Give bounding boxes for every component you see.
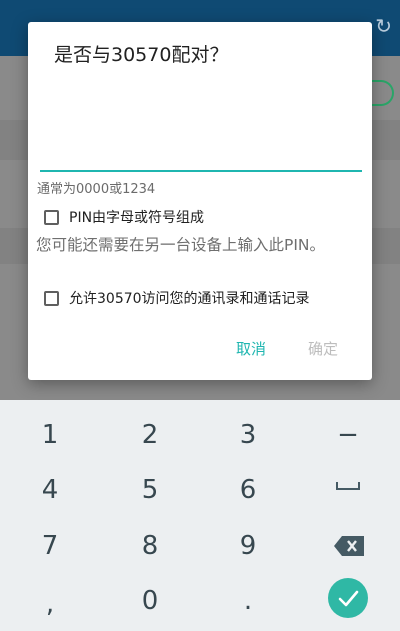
key-2[interactable]: 2 bbox=[100, 420, 200, 450]
pin-hint: 通常为0000或1234 bbox=[37, 182, 156, 197]
numeric-keyboard: 1 2 3 − 4 5 6 7 8 9 , 0 . bbox=[0, 400, 400, 631]
key-4[interactable]: 4 bbox=[0, 475, 100, 505]
contacts-access-label: 允许30570访问您的通讯录和通话记录 bbox=[69, 291, 310, 307]
key-comma[interactable]: , bbox=[0, 589, 100, 619]
backspace-icon[interactable] bbox=[334, 536, 364, 560]
alphanumeric-pin-checkbox[interactable] bbox=[44, 209, 59, 225]
key-1[interactable]: 1 bbox=[0, 420, 100, 450]
key-9[interactable]: 9 bbox=[198, 531, 298, 561]
dialog-title: 是否与30570配对？ bbox=[54, 44, 229, 66]
key-3[interactable]: 3 bbox=[198, 420, 298, 450]
refresh-icon: ↻ bbox=[375, 14, 392, 38]
contacts-access-checkbox[interactable] bbox=[44, 290, 59, 306]
key-8[interactable]: 8 bbox=[100, 531, 200, 561]
key-minus[interactable]: − bbox=[298, 420, 398, 450]
key-period[interactable]: . bbox=[198, 586, 298, 616]
pin-note: 您可能还需要在另一台设备上输入此PIN。 bbox=[36, 236, 326, 254]
space-icon[interactable] bbox=[336, 482, 360, 490]
pin-input[interactable] bbox=[40, 134, 362, 172]
ok-button[interactable]: 确定 bbox=[308, 338, 338, 359]
contacts-access-option[interactable]: 允许30570访问您的通讯录和通话记录 bbox=[44, 288, 310, 308]
key-7[interactable]: 7 bbox=[0, 531, 100, 561]
alphanumeric-pin-option[interactable]: PIN由字母或符号组成 bbox=[44, 207, 204, 227]
key-0[interactable]: 0 bbox=[100, 586, 200, 616]
pairing-dialog: 是否与30570配对？ 通常为0000或1234 PIN由字母或符号组成 您可能… bbox=[28, 22, 372, 380]
cancel-button[interactable]: 取消 bbox=[236, 338, 266, 359]
key-6[interactable]: 6 bbox=[198, 475, 298, 505]
alphanumeric-pin-label: PIN由字母或符号组成 bbox=[69, 210, 205, 226]
key-5[interactable]: 5 bbox=[100, 475, 200, 505]
check-icon[interactable] bbox=[328, 578, 368, 618]
